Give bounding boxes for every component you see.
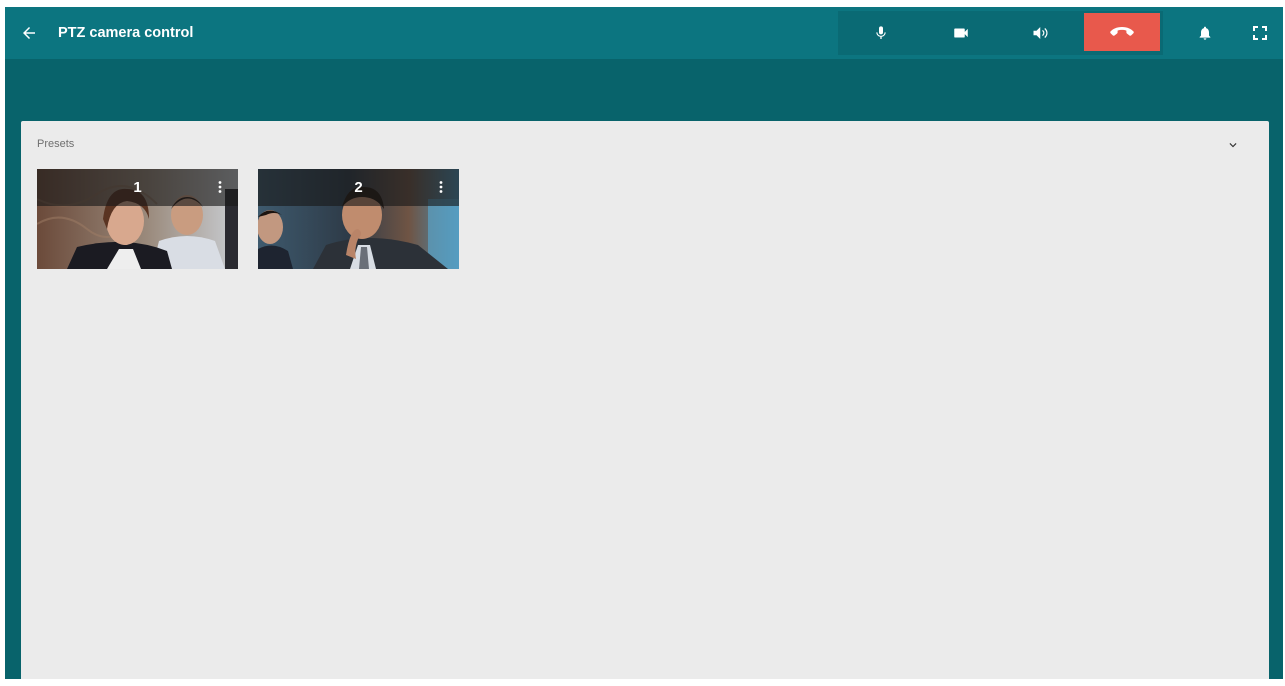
- hang-up-button[interactable]: [1084, 13, 1160, 51]
- top-bar: PTZ camera control: [5, 7, 1283, 59]
- notifications-button[interactable]: [1193, 21, 1217, 45]
- arrow-left-icon: [23, 27, 35, 39]
- hang-up-phone-icon: [1110, 27, 1134, 36]
- preset-tile[interactable]: 2: [258, 169, 459, 269]
- microphone-button[interactable]: [851, 11, 911, 55]
- collapse-button[interactable]: [1221, 133, 1245, 157]
- microphone-icon: [876, 26, 886, 39]
- speaker-button[interactable]: [1011, 11, 1071, 55]
- speaker-volume-icon: [1033, 27, 1048, 39]
- more-vertical-icon: [439, 181, 443, 193]
- fullscreen-button[interactable]: [1248, 21, 1272, 45]
- camera-button[interactable]: [931, 11, 991, 55]
- chevron-down-icon: [1229, 143, 1237, 148]
- bell-icon: [1199, 26, 1211, 40]
- preset-tile[interactable]: 1: [37, 169, 238, 269]
- preset-number: 2: [354, 179, 363, 196]
- preset-menu-button[interactable]: [210, 177, 230, 197]
- videocam-icon: [954, 28, 968, 38]
- call-controls: [838, 11, 1163, 55]
- more-vertical-icon: [218, 181, 222, 193]
- presets-panel: Presets 1 2: [21, 121, 1269, 679]
- fullscreen-icon: [1253, 26, 1267, 40]
- app-window: PTZ camera control Presets 1 2: [5, 7, 1283, 679]
- preset-menu-button[interactable]: [431, 177, 451, 197]
- presets-title: Presets: [37, 138, 75, 150]
- preset-number: 1: [133, 179, 142, 196]
- back-button[interactable]: [17, 21, 41, 45]
- page-title: PTZ camera control: [58, 25, 194, 41]
